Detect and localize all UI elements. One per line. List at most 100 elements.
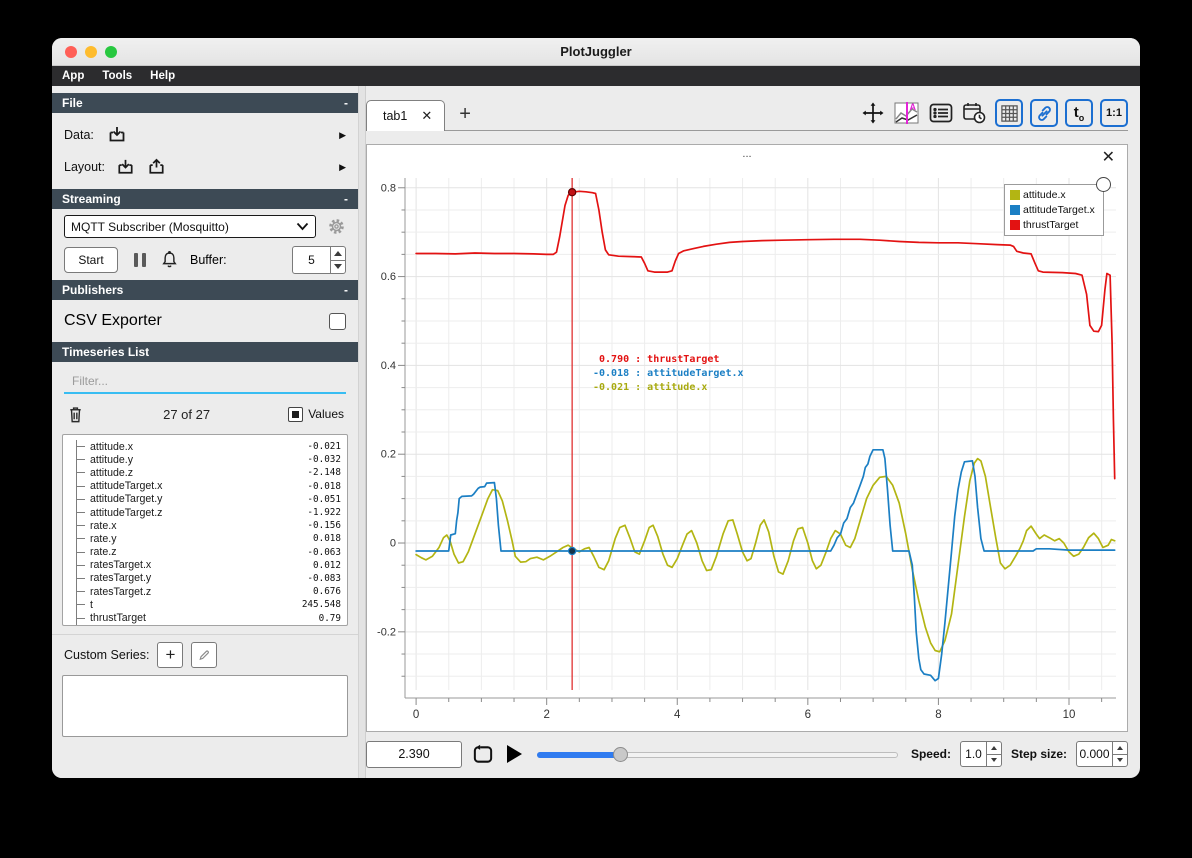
curve-tracker-icon[interactable]: A (893, 100, 920, 127)
section-header-streaming[interactable]: Streaming - (52, 189, 358, 209)
slider-handle[interactable] (613, 746, 629, 762)
current-time-box[interactable]: 2.390 (366, 740, 462, 768)
timeseries-row[interactable]: ratesTarget.z 0.676 (77, 585, 341, 598)
traffic-lights (65, 46, 117, 58)
legend-item[interactable]: attitude.x (1010, 189, 1095, 201)
timeseries-row[interactable]: thrustTarget 0.79 (77, 611, 341, 624)
layout-menu-arrow-icon[interactable]: ▶ (339, 162, 346, 173)
pan-zoom-icon[interactable] (859, 100, 886, 127)
legend-label: thrustTarget (1023, 219, 1079, 231)
legend-handle[interactable] (1095, 177, 1111, 192)
list-view-icon[interactable] (927, 100, 954, 127)
buffer-down-button[interactable] (331, 259, 345, 274)
close-plot-icon[interactable]: ✕ (1102, 150, 1115, 166)
timeseries-row[interactable]: rate.x -0.156 (77, 519, 341, 532)
step-size-stepper[interactable]: 0.000 (1076, 741, 1128, 767)
timeseries-value: -2.148 (307, 467, 341, 479)
grid-layout-icon[interactable] (995, 99, 1023, 127)
left-sidebar: File - Data: ▶ Layout: ▶ Streaming - MQT… (52, 86, 358, 778)
buffer-stepper[interactable]: 5 (292, 246, 346, 274)
edit-custom-series-button[interactable] (191, 642, 218, 668)
plotjuggler-window: PlotJuggler App Tools Help File - Data: (52, 38, 1140, 778)
trash-icon[interactable] (66, 404, 85, 425)
plot-widget[interactable]: -0.2 0 0.2 0.4 0.6 0.8 0 2 4 6 8 10 ... ✕ attitude.… (366, 144, 1128, 732)
tab-tab1[interactable]: tab1 ✕ (366, 100, 446, 131)
ratio-one-to-one-icon[interactable]: 1:1 (1100, 99, 1128, 127)
timeseries-row[interactable]: attitude.y -0.032 (77, 453, 341, 466)
timeseries-row[interactable]: attitude.x -0.021 (77, 440, 341, 453)
data-row: Data: ▶ (64, 119, 346, 151)
timeseries-value: 0.012 (313, 559, 341, 571)
custom-series-listbox[interactable] (62, 675, 348, 737)
minimize-window-button[interactable] (85, 46, 97, 58)
menu-app[interactable]: App (62, 70, 84, 82)
start-button[interactable]: Start (64, 247, 118, 273)
menu-tools[interactable]: Tools (102, 70, 132, 82)
step-up-button[interactable] (1113, 742, 1127, 754)
save-layout-icon[interactable] (146, 157, 167, 178)
collapse-icon[interactable]: - (344, 96, 348, 110)
loop-icon[interactable] (471, 743, 495, 766)
slider-fill (537, 751, 621, 758)
timeseries-value: -1.922 (307, 507, 341, 519)
collapse-icon[interactable]: - (344, 192, 348, 206)
gear-icon[interactable] (327, 217, 346, 236)
window-title: PlotJuggler (560, 44, 632, 59)
timeseries-list[interactable]: attitude.x -0.021 attitude.y -0.032 attitude… (62, 434, 348, 626)
load-layout-icon[interactable] (115, 157, 136, 178)
add-custom-series-button[interactable]: + (157, 642, 184, 668)
section-header-publishers[interactable]: Publishers - (52, 280, 358, 300)
buffer-up-button[interactable] (331, 247, 345, 260)
bell-icon[interactable] (160, 250, 179, 270)
datetime-icon[interactable] (961, 100, 988, 127)
timeseries-name: attitudeTarget.y (90, 493, 163, 506)
filter-input[interactable] (64, 370, 346, 394)
timeseries-name: ratesTarget.z (90, 585, 152, 598)
time-slider[interactable] (537, 741, 898, 768)
collapse-icon[interactable]: - (344, 283, 348, 297)
timeseries-row[interactable]: ratesTarget.x 0.012 (77, 559, 341, 572)
maximize-window-button[interactable] (105, 46, 117, 58)
close-window-button[interactable] (65, 46, 77, 58)
speed-label: Speed: (910, 747, 951, 761)
timeseries-row[interactable]: attitudeTarget.x -0.018 (77, 480, 341, 493)
panel-splitter[interactable] (358, 86, 366, 778)
time-offset-icon[interactable]: to (1065, 99, 1093, 127)
timeseries-row[interactable]: attitude.z -2.148 (77, 466, 341, 479)
timeseries-row[interactable]: t 245.548 (77, 598, 341, 611)
step-down-button[interactable] (1113, 753, 1127, 767)
section-header-file[interactable]: File - (52, 93, 358, 113)
close-tab-icon[interactable]: ✕ (421, 108, 432, 124)
link-axes-icon[interactable] (1030, 99, 1058, 127)
legend-swatch (1010, 220, 1020, 230)
play-icon[interactable] (504, 743, 524, 765)
timeseries-row[interactable]: ratesTarget.y -0.083 (77, 572, 341, 585)
csv-exporter-checkbox[interactable] (329, 312, 346, 330)
timeseries-value: -0.083 (307, 572, 341, 584)
speed-stepper[interactable]: 1.0 (959, 741, 1002, 767)
values-checkbox[interactable] (288, 406, 304, 422)
legend-item[interactable]: attitudeTarget.x (1010, 204, 1095, 216)
timeseries-row[interactable]: rate.z -0.063 (77, 546, 341, 559)
menu-help[interactable]: Help (150, 70, 175, 82)
chevron-down-icon (296, 222, 309, 231)
timeseries-name: attitude.z (90, 466, 133, 479)
speed-up-button[interactable] (987, 742, 1001, 754)
timeseries-name: rate.x (90, 519, 117, 532)
speed-down-button[interactable] (986, 753, 1001, 767)
section-header-timeseries[interactable]: Timeseries List (52, 342, 358, 362)
timeseries-row[interactable]: attitudeTarget.y -0.051 (77, 493, 341, 506)
legend-item[interactable]: thrustTarget (1010, 219, 1095, 231)
timeseries-name: t (90, 598, 93, 611)
data-menu-arrow-icon[interactable]: ▶ (339, 130, 346, 141)
streaming-source-select[interactable]: MQTT Subscriber (Mosquitto) (64, 215, 316, 238)
timeseries-row[interactable]: rate.y 0.018 (77, 532, 341, 545)
timeseries-row[interactable]: attitudeTarget.z -1.922 (77, 506, 341, 519)
plot-legend[interactable]: attitude.x attitudeTarget.x thrustTarget (1004, 177, 1111, 236)
load-data-icon[interactable] (106, 124, 128, 146)
add-tab-button[interactable]: + (459, 103, 471, 126)
pencil-icon (199, 650, 210, 660)
legend-swatch (1010, 205, 1020, 215)
svg-text:0: 0 (390, 538, 396, 550)
pause-icon[interactable] (134, 253, 146, 267)
